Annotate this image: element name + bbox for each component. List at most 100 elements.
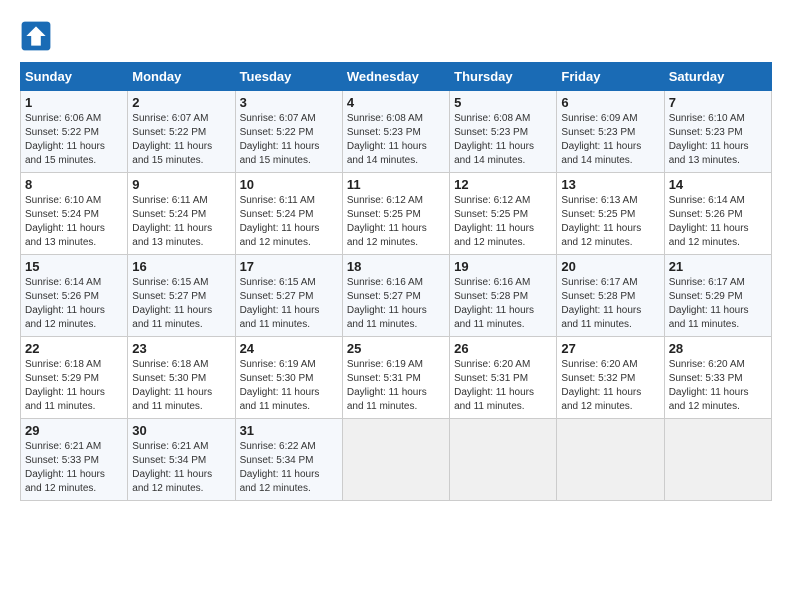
sunrise-text: Sunrise: 6:12 AM (454, 195, 530, 206)
day-info: Sunrise: 6:16 AM Sunset: 5:27 PM Dayligh… (347, 276, 445, 332)
daylight-text: Daylight: 11 hours and 11 minutes. (561, 305, 641, 330)
daylight-text: Daylight: 11 hours and 12 minutes. (561, 387, 641, 412)
sunrise-text: Sunrise: 6:18 AM (132, 359, 208, 370)
day-info: Sunrise: 6:11 AM Sunset: 5:24 PM Dayligh… (132, 194, 230, 250)
sunrise-text: Sunrise: 6:10 AM (25, 195, 101, 206)
calendar-cell: 10 Sunrise: 6:11 AM Sunset: 5:24 PM Dayl… (235, 173, 342, 255)
sunset-text: Sunset: 5:22 PM (240, 127, 314, 138)
day-info: Sunrise: 6:18 AM Sunset: 5:29 PM Dayligh… (25, 358, 123, 414)
day-number: 24 (240, 341, 338, 356)
day-number: 11 (347, 177, 445, 192)
day-info: Sunrise: 6:12 AM Sunset: 5:25 PM Dayligh… (454, 194, 552, 250)
header-cell-saturday: Saturday (664, 63, 771, 91)
calendar-cell (342, 419, 449, 501)
sunset-text: Sunset: 5:23 PM (669, 127, 743, 138)
calendar-cell: 31 Sunrise: 6:22 AM Sunset: 5:34 PM Dayl… (235, 419, 342, 501)
calendar-cell: 13 Sunrise: 6:13 AM Sunset: 5:25 PM Dayl… (557, 173, 664, 255)
daylight-text: Daylight: 11 hours and 14 minutes. (454, 141, 534, 166)
day-number: 3 (240, 95, 338, 110)
sunrise-text: Sunrise: 6:11 AM (132, 195, 207, 206)
calendar-week-row: 1 Sunrise: 6:06 AM Sunset: 5:22 PM Dayli… (21, 91, 772, 173)
header-cell-tuesday: Tuesday (235, 63, 342, 91)
day-info: Sunrise: 6:11 AM Sunset: 5:24 PM Dayligh… (240, 194, 338, 250)
day-number: 16 (132, 259, 230, 274)
day-number: 29 (25, 423, 123, 438)
sunset-text: Sunset: 5:24 PM (240, 209, 314, 220)
calendar-cell (664, 419, 771, 501)
daylight-text: Daylight: 11 hours and 11 minutes. (454, 305, 534, 330)
day-info: Sunrise: 6:16 AM Sunset: 5:28 PM Dayligh… (454, 276, 552, 332)
sunrise-text: Sunrise: 6:09 AM (561, 113, 637, 124)
sunrise-text: Sunrise: 6:06 AM (25, 113, 101, 124)
header-cell-thursday: Thursday (450, 63, 557, 91)
sunset-text: Sunset: 5:28 PM (561, 291, 635, 302)
daylight-text: Daylight: 11 hours and 11 minutes. (240, 305, 320, 330)
calendar-cell: 14 Sunrise: 6:14 AM Sunset: 5:26 PM Dayl… (664, 173, 771, 255)
day-info: Sunrise: 6:17 AM Sunset: 5:28 PM Dayligh… (561, 276, 659, 332)
day-info: Sunrise: 6:20 AM Sunset: 5:32 PM Dayligh… (561, 358, 659, 414)
calendar-cell: 2 Sunrise: 6:07 AM Sunset: 5:22 PM Dayli… (128, 91, 235, 173)
sunset-text: Sunset: 5:33 PM (25, 455, 99, 466)
sunset-text: Sunset: 5:23 PM (454, 127, 528, 138)
day-info: Sunrise: 6:14 AM Sunset: 5:26 PM Dayligh… (669, 194, 767, 250)
calendar-cell: 26 Sunrise: 6:20 AM Sunset: 5:31 PM Dayl… (450, 337, 557, 419)
daylight-text: Daylight: 11 hours and 15 minutes. (240, 141, 320, 166)
day-number: 5 (454, 95, 552, 110)
calendar-cell: 11 Sunrise: 6:12 AM Sunset: 5:25 PM Dayl… (342, 173, 449, 255)
sunrise-text: Sunrise: 6:16 AM (347, 277, 423, 288)
daylight-text: Daylight: 11 hours and 11 minutes. (347, 387, 427, 412)
day-number: 6 (561, 95, 659, 110)
logo-icon (20, 20, 52, 52)
sunset-text: Sunset: 5:30 PM (132, 373, 206, 384)
day-number: 30 (132, 423, 230, 438)
sunrise-text: Sunrise: 6:07 AM (240, 113, 316, 124)
sunrise-text: Sunrise: 6:11 AM (240, 195, 315, 206)
calendar-cell: 30 Sunrise: 6:21 AM Sunset: 5:34 PM Dayl… (128, 419, 235, 501)
day-number: 10 (240, 177, 338, 192)
daylight-text: Daylight: 11 hours and 11 minutes. (240, 387, 320, 412)
sunset-text: Sunset: 5:34 PM (132, 455, 206, 466)
sunset-text: Sunset: 5:23 PM (347, 127, 421, 138)
calendar-cell: 19 Sunrise: 6:16 AM Sunset: 5:28 PM Dayl… (450, 255, 557, 337)
header-cell-friday: Friday (557, 63, 664, 91)
day-number: 8 (25, 177, 123, 192)
sunrise-text: Sunrise: 6:16 AM (454, 277, 530, 288)
calendar-cell: 15 Sunrise: 6:14 AM Sunset: 5:26 PM Dayl… (21, 255, 128, 337)
day-info: Sunrise: 6:15 AM Sunset: 5:27 PM Dayligh… (132, 276, 230, 332)
day-number: 7 (669, 95, 767, 110)
day-number: 9 (132, 177, 230, 192)
sunrise-text: Sunrise: 6:08 AM (347, 113, 423, 124)
day-info: Sunrise: 6:08 AM Sunset: 5:23 PM Dayligh… (347, 112, 445, 168)
sunrise-text: Sunrise: 6:14 AM (25, 277, 101, 288)
sunset-text: Sunset: 5:27 PM (347, 291, 421, 302)
calendar-header: SundayMondayTuesdayWednesdayThursdayFrid… (21, 63, 772, 91)
daylight-text: Daylight: 11 hours and 13 minutes. (132, 223, 212, 248)
day-number: 22 (25, 341, 123, 356)
day-info: Sunrise: 6:14 AM Sunset: 5:26 PM Dayligh… (25, 276, 123, 332)
sunset-text: Sunset: 5:27 PM (240, 291, 314, 302)
daylight-text: Daylight: 11 hours and 14 minutes. (561, 141, 641, 166)
sunset-text: Sunset: 5:25 PM (347, 209, 421, 220)
daylight-text: Daylight: 11 hours and 11 minutes. (669, 305, 749, 330)
day-info: Sunrise: 6:12 AM Sunset: 5:25 PM Dayligh… (347, 194, 445, 250)
calendar-cell: 17 Sunrise: 6:15 AM Sunset: 5:27 PM Dayl… (235, 255, 342, 337)
sunrise-text: Sunrise: 6:17 AM (561, 277, 637, 288)
header-row: SundayMondayTuesdayWednesdayThursdayFrid… (21, 63, 772, 91)
daylight-text: Daylight: 11 hours and 11 minutes. (132, 387, 212, 412)
day-number: 19 (454, 259, 552, 274)
sunrise-text: Sunrise: 6:07 AM (132, 113, 208, 124)
sunset-text: Sunset: 5:26 PM (669, 209, 743, 220)
calendar-cell: 8 Sunrise: 6:10 AM Sunset: 5:24 PM Dayli… (21, 173, 128, 255)
daylight-text: Daylight: 11 hours and 11 minutes. (25, 387, 105, 412)
sunset-text: Sunset: 5:33 PM (669, 373, 743, 384)
calendar-cell: 20 Sunrise: 6:17 AM Sunset: 5:28 PM Dayl… (557, 255, 664, 337)
sunrise-text: Sunrise: 6:19 AM (240, 359, 316, 370)
calendar-cell: 1 Sunrise: 6:06 AM Sunset: 5:22 PM Dayli… (21, 91, 128, 173)
daylight-text: Daylight: 11 hours and 11 minutes. (347, 305, 427, 330)
day-info: Sunrise: 6:19 AM Sunset: 5:31 PM Dayligh… (347, 358, 445, 414)
day-number: 1 (25, 95, 123, 110)
sunset-text: Sunset: 5:27 PM (132, 291, 206, 302)
calendar-week-row: 29 Sunrise: 6:21 AM Sunset: 5:33 PM Dayl… (21, 419, 772, 501)
day-number: 25 (347, 341, 445, 356)
sunrise-text: Sunrise: 6:15 AM (240, 277, 316, 288)
